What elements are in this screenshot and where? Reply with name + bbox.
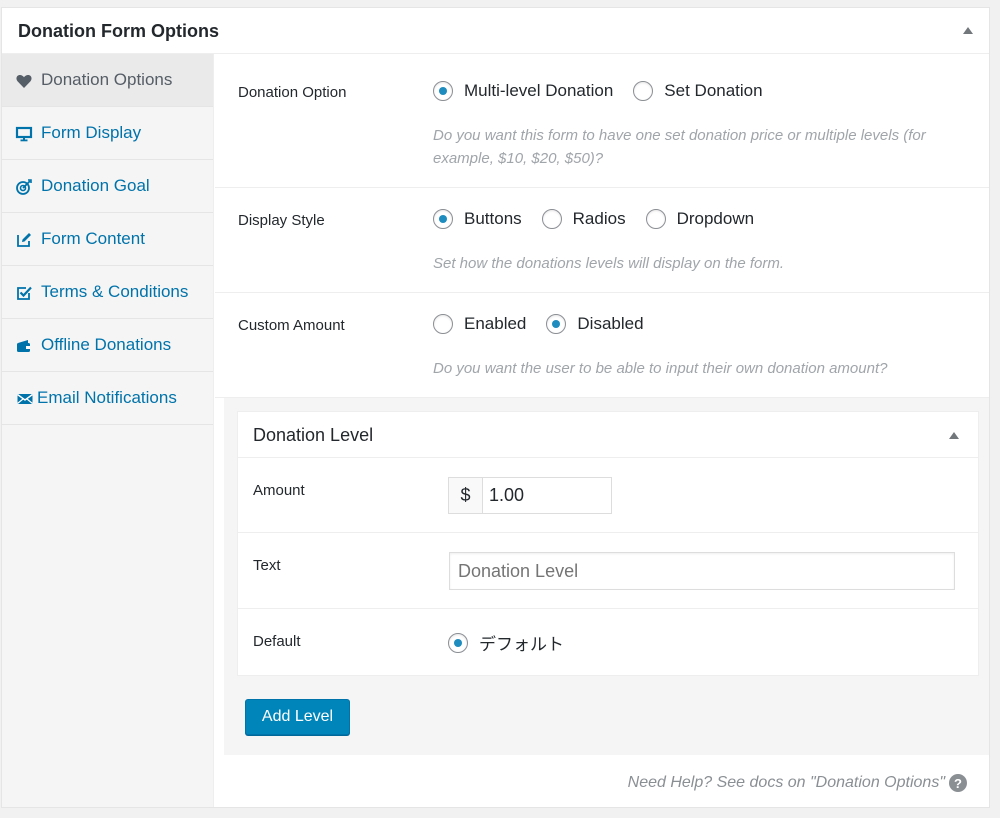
radio-button[interactable] <box>433 209 453 229</box>
sidebar-item-donation-options[interactable]: Donation Options <box>2 54 213 107</box>
radio-enabled[interactable]: Enabled <box>433 314 526 334</box>
donation-levels-area: Donation Level Amount $ Text Default <box>224 398 989 755</box>
radio-button[interactable] <box>433 314 453 334</box>
help-link[interactable]: Need Help? See docs on "Donation Options… <box>628 774 967 792</box>
field-hint: Do you want this form to have one set do… <box>433 127 926 167</box>
amount-input[interactable] <box>483 478 611 513</box>
sidebar-item-label: Terms & Conditions <box>41 282 189 301</box>
donation-option-radios: Multi-level Donation Set Donation <box>433 81 783 101</box>
donation-level-header[interactable]: Donation Level <box>238 412 978 458</box>
sidebar-item-donation-goal[interactable]: Donation Goal <box>2 160 213 213</box>
sidebar-item-label: Form Content <box>41 229 145 248</box>
radio-default-level[interactable]: デフォルト <box>448 630 564 655</box>
custom-amount-row: Custom Amount Enabled Disabled Do you wa… <box>215 293 989 398</box>
donation-option-row: Donation Option Multi-level Donation Set… <box>215 54 989 188</box>
radio-button[interactable] <box>433 81 453 101</box>
radio-dropdown[interactable]: Dropdown <box>645 209 755 229</box>
radio-label: デフォルト <box>479 635 564 654</box>
radio-set-donation[interactable]: Set Donation <box>633 81 763 101</box>
field-label: Custom Amount <box>238 317 345 334</box>
field-label: Default <box>253 633 301 650</box>
field-hint: Do you want the user to be able to input… <box>433 360 888 377</box>
sidebar-item-label: Offline Donations <box>41 335 172 354</box>
level-text-input[interactable] <box>449 552 955 590</box>
add-level-button[interactable]: Add Level <box>245 699 350 735</box>
sidebar-item-label: Email Notifications <box>37 388 177 407</box>
currency-symbol: $ <box>449 478 483 513</box>
field-label: Display Style <box>238 212 325 229</box>
display-style-radios: Buttons Radios Dropdown <box>433 209 774 229</box>
sidebar-item-email-notifications[interactable]: Email Notifications <box>2 372 213 425</box>
help-icon[interactable]: ? <box>949 774 967 792</box>
radio-label: Set Donation <box>664 81 763 100</box>
envelope-icon <box>17 393 33 404</box>
radio-label: Buttons <box>464 209 522 228</box>
collapse-level-icon[interactable] <box>949 432 959 439</box>
sidebar-item-form-display[interactable]: Form Display <box>2 107 213 160</box>
edit-icon <box>17 233 31 247</box>
radio-button[interactable] <box>633 81 654 101</box>
amount-row: Amount $ <box>238 458 978 533</box>
sidebar-item-label: Donation Goal <box>41 176 150 195</box>
radio-button[interactable] <box>448 632 468 653</box>
radio-button[interactable] <box>546 314 567 334</box>
panel-title: Donation Form Options <box>18 21 219 41</box>
field-label: Text <box>253 557 281 574</box>
sidebar-item-label: Form Display <box>41 123 142 142</box>
field-hint: Set how the donations levels will displa… <box>433 255 785 272</box>
sidebar: Donation Options Form Display Donation G… <box>2 54 214 807</box>
monitor-icon <box>15 126 33 142</box>
sidebar-item-terms-conditions[interactable]: Terms & Conditions <box>2 266 213 319</box>
donation-form-options-panel: Donation Form Options Donation Options F… <box>1 7 990 808</box>
radio-button[interactable] <box>645 209 666 229</box>
field-label: Amount <box>253 482 305 499</box>
wallet-icon <box>17 340 30 352</box>
radio-disabled[interactable]: Disabled <box>546 314 644 334</box>
radio-button[interactable] <box>541 209 562 229</box>
panel-header: Donation Form Options <box>2 8 989 54</box>
sidebar-item-label: Donation Options <box>41 70 173 89</box>
collapse-panel-icon[interactable] <box>963 27 973 34</box>
heart-icon <box>16 75 32 88</box>
radio-multi-level-donation[interactable]: Multi-level Donation <box>433 81 613 101</box>
custom-amount-radios: Enabled Disabled <box>433 314 664 334</box>
radio-label: Multi-level Donation <box>464 81 614 100</box>
donation-level-box: Donation Level Amount $ Text Default <box>237 411 979 676</box>
radio-buttons[interactable]: Buttons <box>433 209 522 229</box>
amount-field: $ <box>448 477 612 514</box>
text-row: Text <box>238 533 978 609</box>
options-content: Donation Option Multi-level Donation Set… <box>215 54 989 807</box>
radio-label: Disabled <box>577 314 644 333</box>
radio-label: Radios <box>572 209 626 228</box>
help-text: Need Help? See docs on "Donation Options… <box>627 774 945 791</box>
radio-label: Enabled <box>464 314 527 333</box>
sidebar-item-form-content[interactable]: Form Content <box>2 213 213 266</box>
checkbox-icon <box>17 286 32 300</box>
sidebar-item-offline-donations[interactable]: Offline Donations <box>2 319 213 372</box>
target-icon <box>16 179 32 195</box>
default-row: Default デフォルト <box>238 609 978 675</box>
field-label: Donation Option <box>238 84 347 101</box>
donation-level-title: Donation Level <box>253 425 374 445</box>
radio-radios[interactable]: Radios <box>541 209 626 229</box>
display-style-row: Display Style Buttons Radios Dropdown Se… <box>215 188 989 293</box>
radio-label: Dropdown <box>676 209 755 228</box>
